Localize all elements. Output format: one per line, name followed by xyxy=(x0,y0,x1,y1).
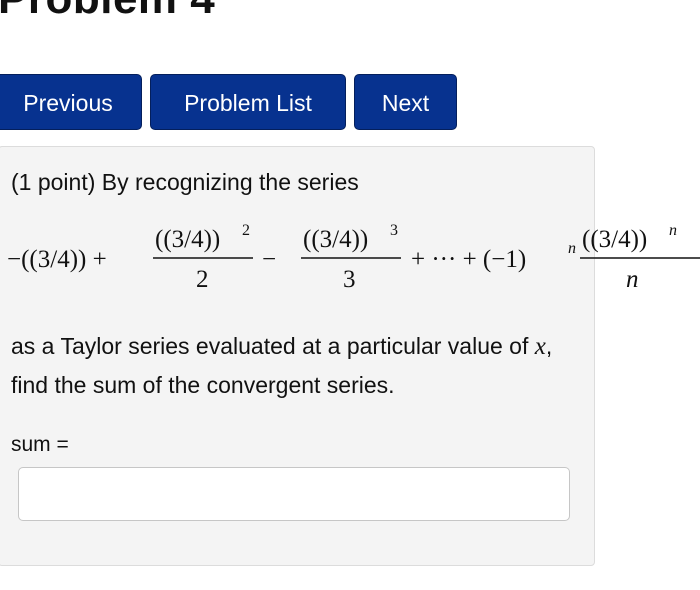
problem-list-button[interactable]: Problem List xyxy=(150,74,346,130)
minus-sign: − xyxy=(262,246,276,273)
next-button[interactable]: Next xyxy=(354,74,457,130)
general-denominator: n xyxy=(626,266,639,293)
description-part-1: as a Taylor series evaluated at a partic… xyxy=(11,333,529,359)
variable-x: x xyxy=(534,333,546,360)
general-sign-exponent: n xyxy=(568,240,576,257)
term-2-numerator: ((3/4)) xyxy=(155,226,220,253)
sum-answer-input[interactable] xyxy=(18,467,570,521)
general-numerator-exponent: n xyxy=(669,222,677,239)
page-title: Problem 4 xyxy=(0,0,215,24)
term-3-numerator: ((3/4)) xyxy=(303,226,368,253)
term-2-exponent: 2 xyxy=(242,222,250,239)
series-middle: + ··· + (−1) xyxy=(411,246,526,273)
general-numerator: ((3/4)) xyxy=(582,226,647,253)
problem-intro-text: (1 point) By recognizing the series xyxy=(11,169,359,195)
previous-button[interactable]: Previous xyxy=(0,74,142,130)
term-3-denominator: 3 xyxy=(343,266,356,293)
series-expression: −((3/4)) + ((3/4)) 2 2 − ((3/4)) 3 3 + ·… xyxy=(7,222,700,293)
term-2-denominator: 2 xyxy=(196,266,209,293)
series-term-1: −((3/4)) + xyxy=(7,246,107,273)
problem-panel: (1 point) By recognizing the series −((3… xyxy=(0,146,700,566)
term-3-exponent: 3 xyxy=(390,222,398,239)
sum-label: sum = xyxy=(11,433,69,456)
problem-description: as a Taylor series evaluated at a partic… xyxy=(11,327,586,404)
